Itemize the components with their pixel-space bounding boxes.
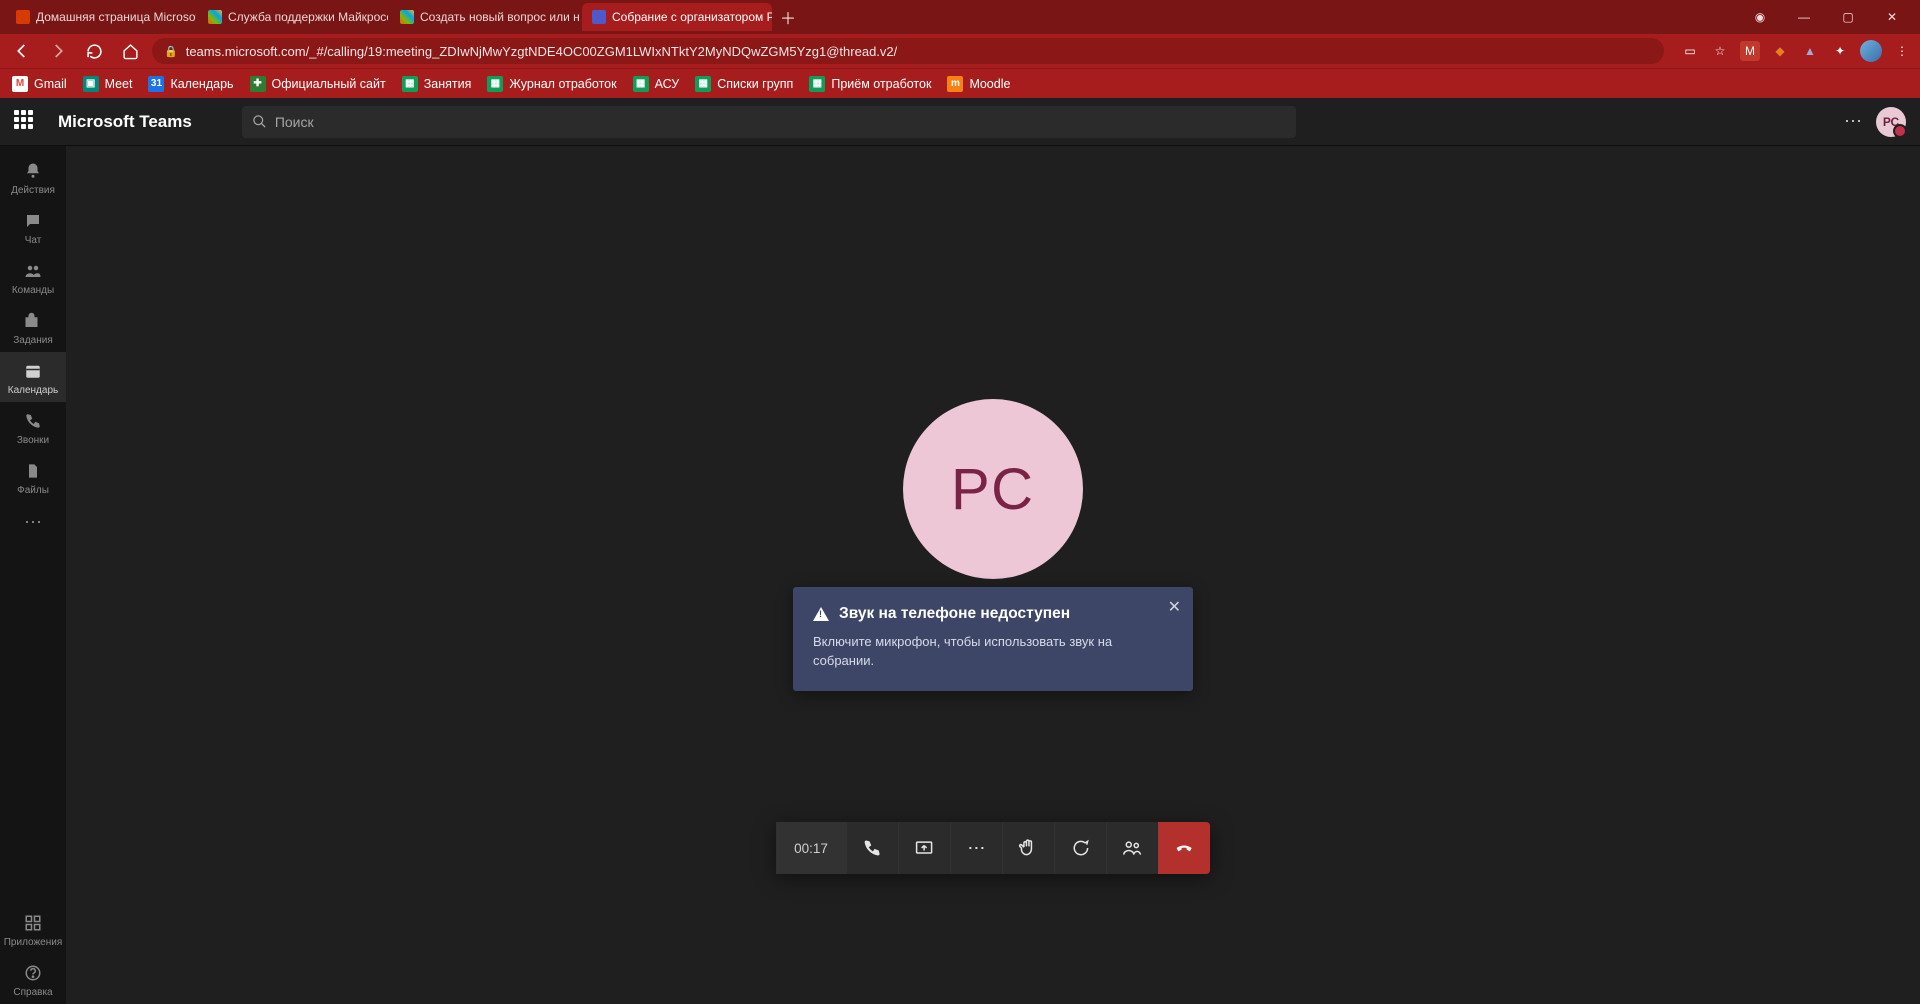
rail-more-icon[interactable]: ⋯ xyxy=(24,502,42,543)
bookmark-meet[interactable]: ▣Meet xyxy=(83,76,133,92)
help-icon xyxy=(22,962,44,984)
rail-chat[interactable]: Чат xyxy=(0,202,66,252)
more-actions-button[interactable]: ⋯ xyxy=(950,822,1002,874)
account-icon[interactable]: ◉ xyxy=(1738,0,1782,34)
chrome-menu-icon[interactable]: ⋮ xyxy=(1892,41,1912,61)
close-notification-button[interactable]: ✕ xyxy=(1168,597,1181,617)
teams-header: Microsoft Teams Поиск ⋯ РС xyxy=(0,98,1920,146)
extension-icon[interactable]: ◆ xyxy=(1770,41,1790,61)
browser-tab-active[interactable]: Собрание с организатором Рук ✕ xyxy=(582,3,772,31)
favicon-icon xyxy=(400,10,414,24)
search-icon xyxy=(252,114,267,129)
rail-files[interactable]: Файлы xyxy=(0,452,66,502)
extensions-menu-icon[interactable]: ✦ xyxy=(1830,41,1850,61)
browser-toolbar: 🔒 teams.microsoft.com/_#/calling/19:meet… xyxy=(0,34,1920,68)
tab-title: Собрание с организатором Рук xyxy=(612,10,772,24)
phone-icon xyxy=(22,410,44,432)
profile-avatar[interactable] xyxy=(1860,40,1882,62)
more-options-icon[interactable]: ⋯ xyxy=(1844,111,1862,132)
bookmark-calendar[interactable]: 31Календарь xyxy=(148,76,233,92)
browser-tab[interactable]: Служба поддержки Майкрософ ✕ xyxy=(198,3,388,31)
maximize-button[interactable]: ▢ xyxy=(1826,0,1870,34)
bookmark-gmail[interactable]: MGmail xyxy=(12,76,67,92)
rail-activity[interactable]: Действия xyxy=(0,152,66,202)
bookmarks-bar: MGmail ▣Meet 31Календарь ✚Официальный са… xyxy=(0,68,1920,98)
chat-icon xyxy=(22,210,44,232)
side-rail: Действия Чат Команды Задания Календарь З… xyxy=(0,146,66,1004)
meeting-area: РС ✕ Звук на телефоне недоступен Включит… xyxy=(66,146,1920,1004)
show-participants-button[interactable] xyxy=(1106,822,1158,874)
window-controls: ◉ — ▢ ✕ xyxy=(1738,0,1914,34)
show-chat-button[interactable] xyxy=(1054,822,1106,874)
audio-unavailable-notification: ✕ Звук на телефоне недоступен Включите м… xyxy=(793,587,1193,691)
reload-button[interactable] xyxy=(80,37,108,65)
calendar-icon xyxy=(22,360,44,382)
call-control-bar: 00:17 ⋯ xyxy=(776,822,1210,874)
notification-body: Включите микрофон, чтобы использовать зв… xyxy=(813,633,1173,671)
rail-calendar[interactable]: Календарь xyxy=(0,352,66,402)
home-button[interactable] xyxy=(116,37,144,65)
warning-icon xyxy=(813,607,829,621)
bookmark-lessons[interactable]: ▦Занятия xyxy=(402,76,472,92)
tab-title: Домашняя страница Microsoft O xyxy=(36,10,196,24)
bag-icon xyxy=(22,310,44,332)
search-input[interactable]: Поиск xyxy=(242,106,1296,138)
bookmark-reception[interactable]: ▦Приём отработок xyxy=(809,76,931,92)
favicon-icon xyxy=(208,10,222,24)
rail-assignments[interactable]: Задания xyxy=(0,302,66,352)
extension-icon[interactable]: ▲ xyxy=(1800,41,1820,61)
bell-icon xyxy=(22,160,44,182)
browser-tab-strip: Домашняя страница Microsoft O ✕ Служба п… xyxy=(0,0,1920,34)
bookmark-lists[interactable]: ▦Списки групп xyxy=(695,76,793,92)
app-title: Microsoft Teams xyxy=(58,112,192,132)
people-icon xyxy=(22,260,44,282)
favicon-icon xyxy=(16,10,30,24)
address-bar[interactable]: 🔒 teams.microsoft.com/_#/calling/19:meet… xyxy=(152,38,1664,64)
rail-teams[interactable]: Команды xyxy=(0,252,66,302)
rail-help[interactable]: Справка xyxy=(0,954,66,1004)
lock-icon: 🔒 xyxy=(164,45,178,58)
audio-device-button[interactable] xyxy=(846,822,898,874)
back-button[interactable] xyxy=(8,37,36,65)
user-avatar[interactable]: РС xyxy=(1876,107,1906,137)
bookmark-moodle[interactable]: mMoodle xyxy=(947,76,1010,92)
call-timer: 00:17 xyxy=(776,822,846,874)
bookmark-journal[interactable]: ▦Журнал отработок xyxy=(487,76,616,92)
apps-icon xyxy=(22,912,44,934)
toolbar-actions: ▭ ☆ M ◆ ▲ ✦ ⋮ xyxy=(1680,40,1912,62)
close-window-button[interactable]: ✕ xyxy=(1870,0,1914,34)
workspace: Действия Чат Команды Задания Календарь З… xyxy=(0,146,1920,1004)
notification-title: Звук на телефоне недоступен xyxy=(839,605,1070,623)
forward-button[interactable] xyxy=(44,37,72,65)
camera-icon[interactable]: ▭ xyxy=(1680,41,1700,61)
rail-apps[interactable]: Приложения xyxy=(0,904,66,954)
app-launcher-icon[interactable] xyxy=(14,110,38,134)
rail-calls[interactable]: Звонки xyxy=(0,402,66,452)
search-placeholder: Поиск xyxy=(275,114,314,130)
bookmark-asu[interactable]: ▦АСУ xyxy=(633,76,680,92)
tab-title: Служба поддержки Майкрософ xyxy=(228,10,388,24)
star-icon[interactable]: ☆ xyxy=(1710,41,1730,61)
browser-tab[interactable]: Домашняя страница Microsoft O ✕ xyxy=(6,3,196,31)
tab-title: Создать новый вопрос или нач xyxy=(420,10,580,24)
share-screen-button[interactable] xyxy=(898,822,950,874)
hang-up-button[interactable] xyxy=(1158,822,1210,874)
minimize-button[interactable]: — xyxy=(1782,0,1826,34)
browser-tab[interactable]: Создать новый вопрос или нач ✕ xyxy=(390,3,580,31)
favicon-icon xyxy=(592,10,606,24)
bookmark-official[interactable]: ✚Официальный сайт xyxy=(250,76,386,92)
raise-hand-button[interactable] xyxy=(1002,822,1054,874)
participant-avatar: РС xyxy=(903,399,1083,579)
extension-icon[interactable]: M xyxy=(1740,41,1760,61)
new-tab-button[interactable]: ＋ xyxy=(774,3,802,31)
url-text: teams.microsoft.com/_#/calling/19:meetin… xyxy=(186,44,898,59)
file-icon xyxy=(22,460,44,482)
